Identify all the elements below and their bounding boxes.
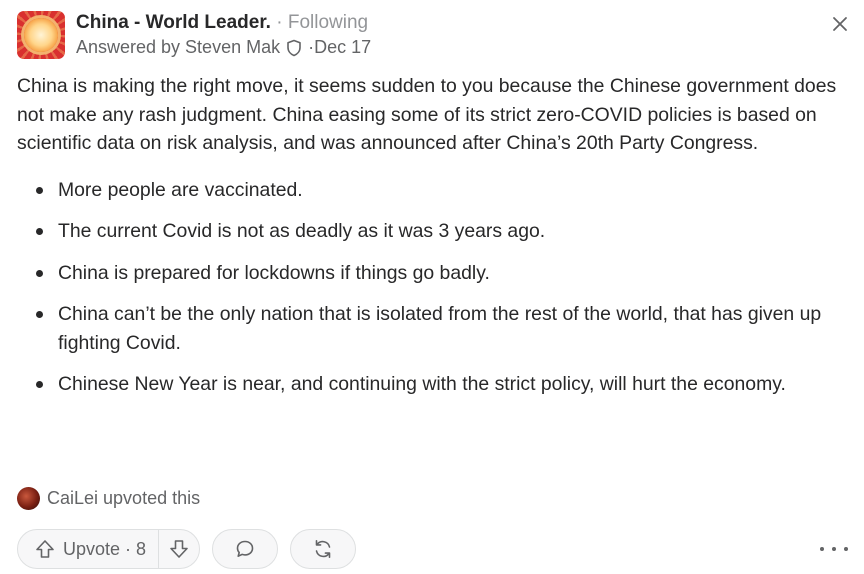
title-separator: · (270, 12, 288, 33)
shield-icon (287, 39, 301, 56)
share-button[interactable] (290, 529, 357, 569)
following-link[interactable]: Following (288, 12, 368, 33)
downvote-button[interactable] (159, 530, 199, 568)
answer-paragraph: China is making the right move, it seems… (17, 75, 837, 154)
action-bar: Upvote · 8 (17, 529, 357, 569)
answer-bullet-list: More people are vaccinated. The current … (17, 176, 837, 399)
more-dot (820, 547, 824, 551)
list-item: China can’t be the only nation that is i… (17, 300, 837, 357)
upvote-button[interactable]: Upvote · 8 (18, 530, 160, 568)
avatar-sun (24, 18, 58, 52)
upvote-label: Upvote · 8 (63, 538, 147, 559)
list-item: More people are vaccinated. (17, 176, 837, 205)
share-icon (315, 540, 331, 558)
arrow-down-icon (170, 540, 188, 558)
upvoter-line: CaiLei upvoted this (17, 487, 200, 510)
answer-date[interactable]: Dec 17 (314, 37, 371, 58)
list-item: Chinese New Year is near, and continuing… (17, 370, 837, 399)
upvoter-avatar[interactable] (17, 487, 40, 510)
answered-by-line: Answered by Steven Mak · Dec 17 (76, 37, 371, 58)
close-icon[interactable] (829, 13, 851, 35)
answer-header: China - World Leader. · Following Answer… (17, 9, 847, 61)
answered-by-text[interactable]: Answered by Steven Mak (76, 37, 280, 58)
answer-body: China is making the right move, it seems… (17, 72, 837, 412)
more-dot (844, 547, 848, 551)
more-icon[interactable] (820, 538, 848, 560)
comment-button[interactable] (212, 529, 279, 569)
vote-pill: Upvote · 8 (17, 529, 201, 569)
list-item: China is prepared for lockdowns if thing… (17, 259, 837, 288)
upvoter-text[interactable]: CaiLei upvoted this (47, 488, 200, 509)
arrow-up-icon (36, 540, 54, 558)
space-name-link[interactable]: China - World Leader. (76, 12, 271, 33)
comment-icon (236, 540, 254, 557)
more-dot (832, 547, 836, 551)
title-line: China - World Leader. · Following (76, 12, 368, 34)
space-avatar[interactable] (17, 11, 65, 59)
list-item: The current Covid is not as deadly as it… (17, 217, 837, 246)
